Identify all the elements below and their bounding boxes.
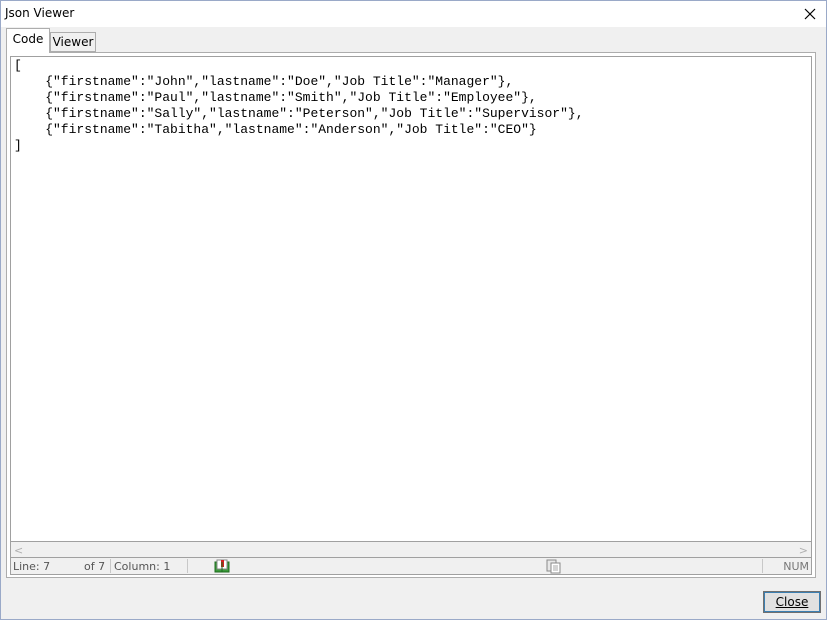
code-line: [: [14, 58, 22, 73]
status-line: Line: 7: [13, 560, 51, 573]
window-title: Json Viewer: [5, 6, 75, 20]
code-line: ]: [14, 138, 22, 153]
status-bar: Line: 7 of 7 Column: 1 NUM: [10, 557, 812, 575]
code-line: {"firstname":"John","lastname":"Doe","Jo…: [14, 74, 514, 89]
book-icon[interactable]: [214, 559, 230, 574]
code-line: {"firstname":"Paul","lastname":"Smith","…: [14, 90, 537, 105]
scroll-right-icon[interactable]: >: [799, 544, 808, 557]
code-editor[interactable]: [ {"firstname":"John","lastname":"Doe","…: [10, 56, 812, 542]
copy-icon[interactable]: [546, 559, 562, 574]
tab-code[interactable]: Code: [6, 28, 50, 53]
tab-strip: Code Viewer: [6, 28, 826, 54]
status-separator: [762, 559, 763, 573]
status-num-lock: NUM: [783, 560, 809, 573]
code-content: [ {"firstname":"John","lastname":"Doe","…: [14, 58, 584, 154]
code-line: {"firstname":"Sally","lastname":"Peterso…: [14, 106, 584, 121]
status-column: Column: 1: [114, 560, 171, 573]
scroll-left-icon[interactable]: <: [14, 544, 23, 557]
tab-panel: [ {"firstname":"John","lastname":"Doe","…: [6, 52, 816, 578]
code-line: {"firstname":"Tabitha","lastname":"Ander…: [14, 122, 537, 137]
close-icon[interactable]: [800, 4, 820, 24]
status-line-count: of 7: [84, 560, 106, 573]
title-bar: Json Viewer: [1, 1, 826, 27]
status-separator: [187, 559, 188, 573]
horizontal-scrollbar[interactable]: < >: [10, 542, 812, 557]
close-button[interactable]: Close: [763, 591, 821, 613]
status-separator: [110, 559, 111, 573]
tab-viewer[interactable]: Viewer: [50, 32, 96, 52]
